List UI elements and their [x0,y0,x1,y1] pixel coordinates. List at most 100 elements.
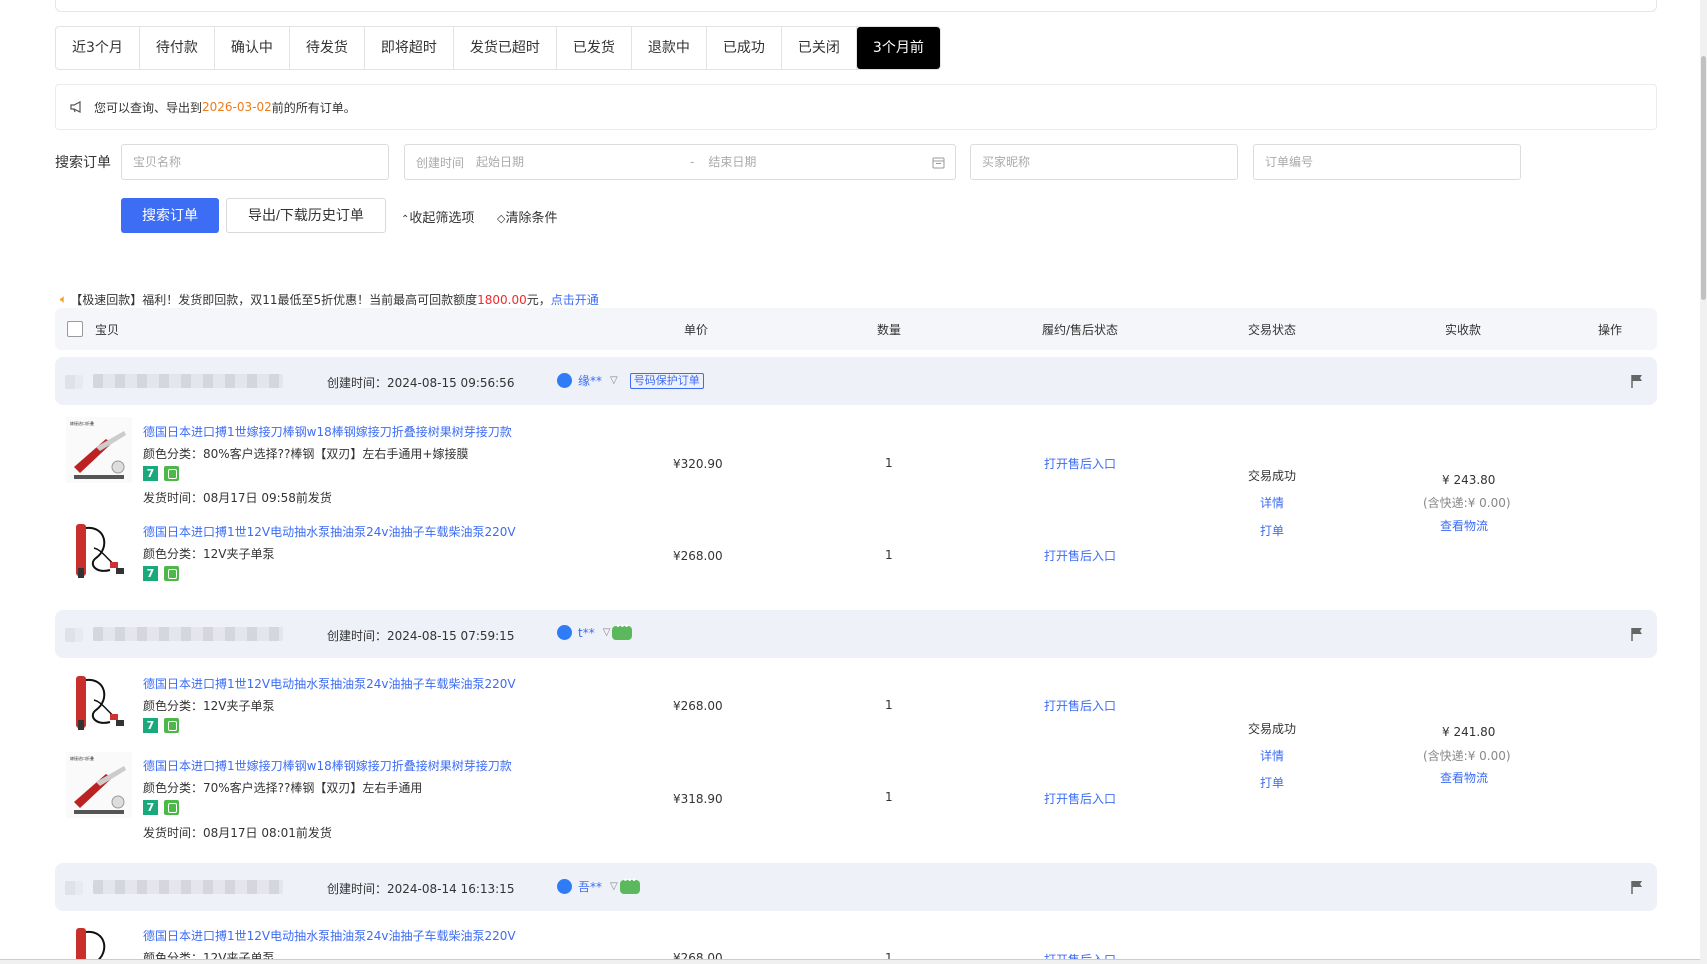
search-orders-label: 搜索订单 [55,155,111,171]
message-icon[interactable] [612,622,633,640]
tab-shipped[interactable]: 已发货 [557,27,632,69]
tab-refunding[interactable]: 退款中 [632,27,707,69]
blurred-order-id [93,880,283,894]
tab-succeeded[interactable]: 已成功 [707,27,782,69]
item-name-field[interactable] [121,144,389,180]
product-title-link[interactable]: 德国日本进口搏1世12V电动抽水泵抽油泵24v油抽子车载柴油泵220V [143,523,516,540]
tab-confirming[interactable]: 确认中 [215,27,290,69]
order-detail-link[interactable]: 详情 [1260,494,1284,511]
start-date-input[interactable] [476,155,677,169]
order-number-input[interactable] [1265,155,1520,169]
scrollbar-thumb[interactable] [1701,56,1706,300]
col-action: 操作 [1598,323,1623,337]
flag-icon[interactable] [1631,374,1643,388]
vertical-scrollbar[interactable] [1700,0,1707,964]
wangwang-icon[interactable] [557,373,572,388]
order-header: 创建时间：2024-08-14 16:13:15 吾** ▽ [55,863,1657,911]
notice-suffix: 前的所有订单。 [271,100,356,115]
tab-closed[interactable]: 已关闭 [782,27,857,69]
window-bottom-edge [0,959,1707,964]
message-icon[interactable] [619,876,640,894]
buyer-nickname-input[interactable] [982,155,1237,169]
collapse-filters-link[interactable]: ⌃收起筛选项 [401,207,474,226]
flag-icon[interactable] [1631,627,1643,641]
item-quantity: 1 [885,456,893,470]
buyer-info[interactable]: t** ▽ [557,622,633,640]
after-sale-entry-link[interactable]: 打开售后入口 [1044,951,1116,959]
received-amount: ¥ 243.80 [1442,473,1496,487]
after-sale-entry-link[interactable]: 打开售后入口 [1044,790,1116,807]
order-number-field[interactable] [1253,144,1521,180]
item-name-input[interactable] [133,155,388,169]
clear-conditions-label: 清除条件 [505,211,558,226]
tab-shipment-overdue[interactable]: 发货已超时 [454,27,557,69]
buyer-nickname[interactable]: t** [578,626,595,640]
service-badges: 7 [143,800,179,815]
flag-icon[interactable] [1631,880,1643,894]
product-thumbnail[interactable] [66,518,132,584]
product-thumbnail[interactable]: 嫁接进口折叠 [66,752,132,818]
product-title-link[interactable]: 德国日本进口搏1世12V电动抽水泵抽油泵24v油抽子车载柴油泵220V [143,675,516,692]
top-container-edge [55,0,1657,12]
print-order-link[interactable]: 打单 [1260,774,1284,791]
col-received: 实收款 [1445,323,1482,337]
after-sale-entry-link[interactable]: 打开售后入口 [1044,697,1116,714]
after-sale-entry-link[interactable]: 打开售后入口 [1044,547,1116,564]
filter-icon[interactable]: ▽ [610,375,618,386]
promo-open-link[interactable]: 点击开通 [551,291,599,308]
order-management-page: 近3个月 待付款 确认中 待发货 即将超时 发货已超时 已发货 退款中 已成功 … [0,0,1707,964]
calendar-icon[interactable] [932,156,945,169]
wangwang-icon[interactable] [557,879,572,894]
item-quantity: 1 [885,951,893,959]
print-order-link[interactable]: 打单 [1260,522,1284,539]
blurred-checkbox [65,375,83,389]
item-price: ¥268.00 [673,951,723,959]
col-trade-status: 交易状态 [1248,323,1297,337]
protected-order-tag: 号码保护订单 [629,372,704,389]
ship-deadline: 发货时间：08月17日 09:58前发货 [143,491,332,505]
product-thumbnail[interactable] [66,670,132,736]
speaker-icon: 🔈︎ [60,292,68,306]
quick-payback-promo: 🔈︎ 【极速回款】福利！发货即回款，双11最低至5折优惠！当前最高可回款额度 1… [60,291,599,308]
tab-before-3-months[interactable]: 3个月前 [856,27,940,69]
buyer-nickname[interactable]: 缘** [578,372,602,389]
collapse-filters-label: 收起筛选项 [409,211,475,226]
knife-product-image: 嫁接进口折叠 [66,417,132,483]
create-time-range[interactable]: 创建时间 - [404,144,956,180]
product-title-link[interactable]: 德国日本进口搏1世嫁接刀棒钢w18棒钢嫁接刀折叠接树果树芽接刀款 [143,423,512,440]
tab-pending-shipment[interactable]: 待发货 [290,27,365,69]
view-logistics-link[interactable]: 查看物流 [1440,769,1488,786]
tab-recent-3-months[interactable]: 近3个月 [56,27,140,69]
filter-icon[interactable]: ▽ [603,627,611,638]
select-all-checkbox[interactable] [67,321,83,337]
buyer-info[interactable]: 缘** ▽ 号码保护订单 [557,372,704,389]
megaphone-icon [70,101,81,113]
filter-icon[interactable]: ▽ [610,881,618,892]
clear-conditions-link[interactable]: ◇清除条件 [497,207,557,226]
wangwang-icon[interactable] [557,625,572,640]
product-title-link[interactable]: 德国日本进口搏1世12V电动抽水泵抽油泵24v油抽子车载柴油泵220V [143,927,516,944]
view-logistics-link[interactable]: 查看物流 [1440,517,1488,534]
pump-product-image [66,922,132,959]
search-orders-button[interactable]: 搜索订单 [121,198,219,233]
order-status-tabs: 近3个月 待付款 确认中 待发货 即将超时 发货已超时 已发货 退款中 已成功 … [55,26,941,70]
product-thumbnail[interactable] [66,922,132,959]
order-header: 创建时间：2024-08-15 07:59:15 t** ▽ [55,610,1657,658]
export-history-button[interactable]: 导出/下载历史订单 [226,198,386,233]
order-create-time: 创建时间：2024-08-14 16:13:15 [327,882,515,896]
tab-about-to-timeout[interactable]: 即将超时 [365,27,454,69]
item-quantity: 1 [885,548,893,562]
buyer-nickname[interactable]: 吾** [578,878,602,895]
seven-day-return-badge: 7 [143,566,158,581]
blurred-order-id [93,374,283,388]
buyer-nickname-field[interactable] [970,144,1238,180]
after-sale-entry-link[interactable]: 打开售后入口 [1044,455,1116,472]
tab-pending-payment[interactable]: 待付款 [140,27,215,69]
product-title-link[interactable]: 德国日本进口搏1世嫁接刀棒钢w18棒钢嫁接刀折叠接树果树芽接刀款 [143,757,512,774]
order-detail-link[interactable]: 详情 [1260,747,1284,764]
product-thumbnail[interactable]: 嫁接进口折叠 [66,417,132,483]
guarantee-badge-icon [164,718,179,733]
buyer-info[interactable]: 吾** ▽ [557,876,640,895]
service-badges: 7 [143,466,179,481]
end-date-input[interactable] [708,155,929,169]
